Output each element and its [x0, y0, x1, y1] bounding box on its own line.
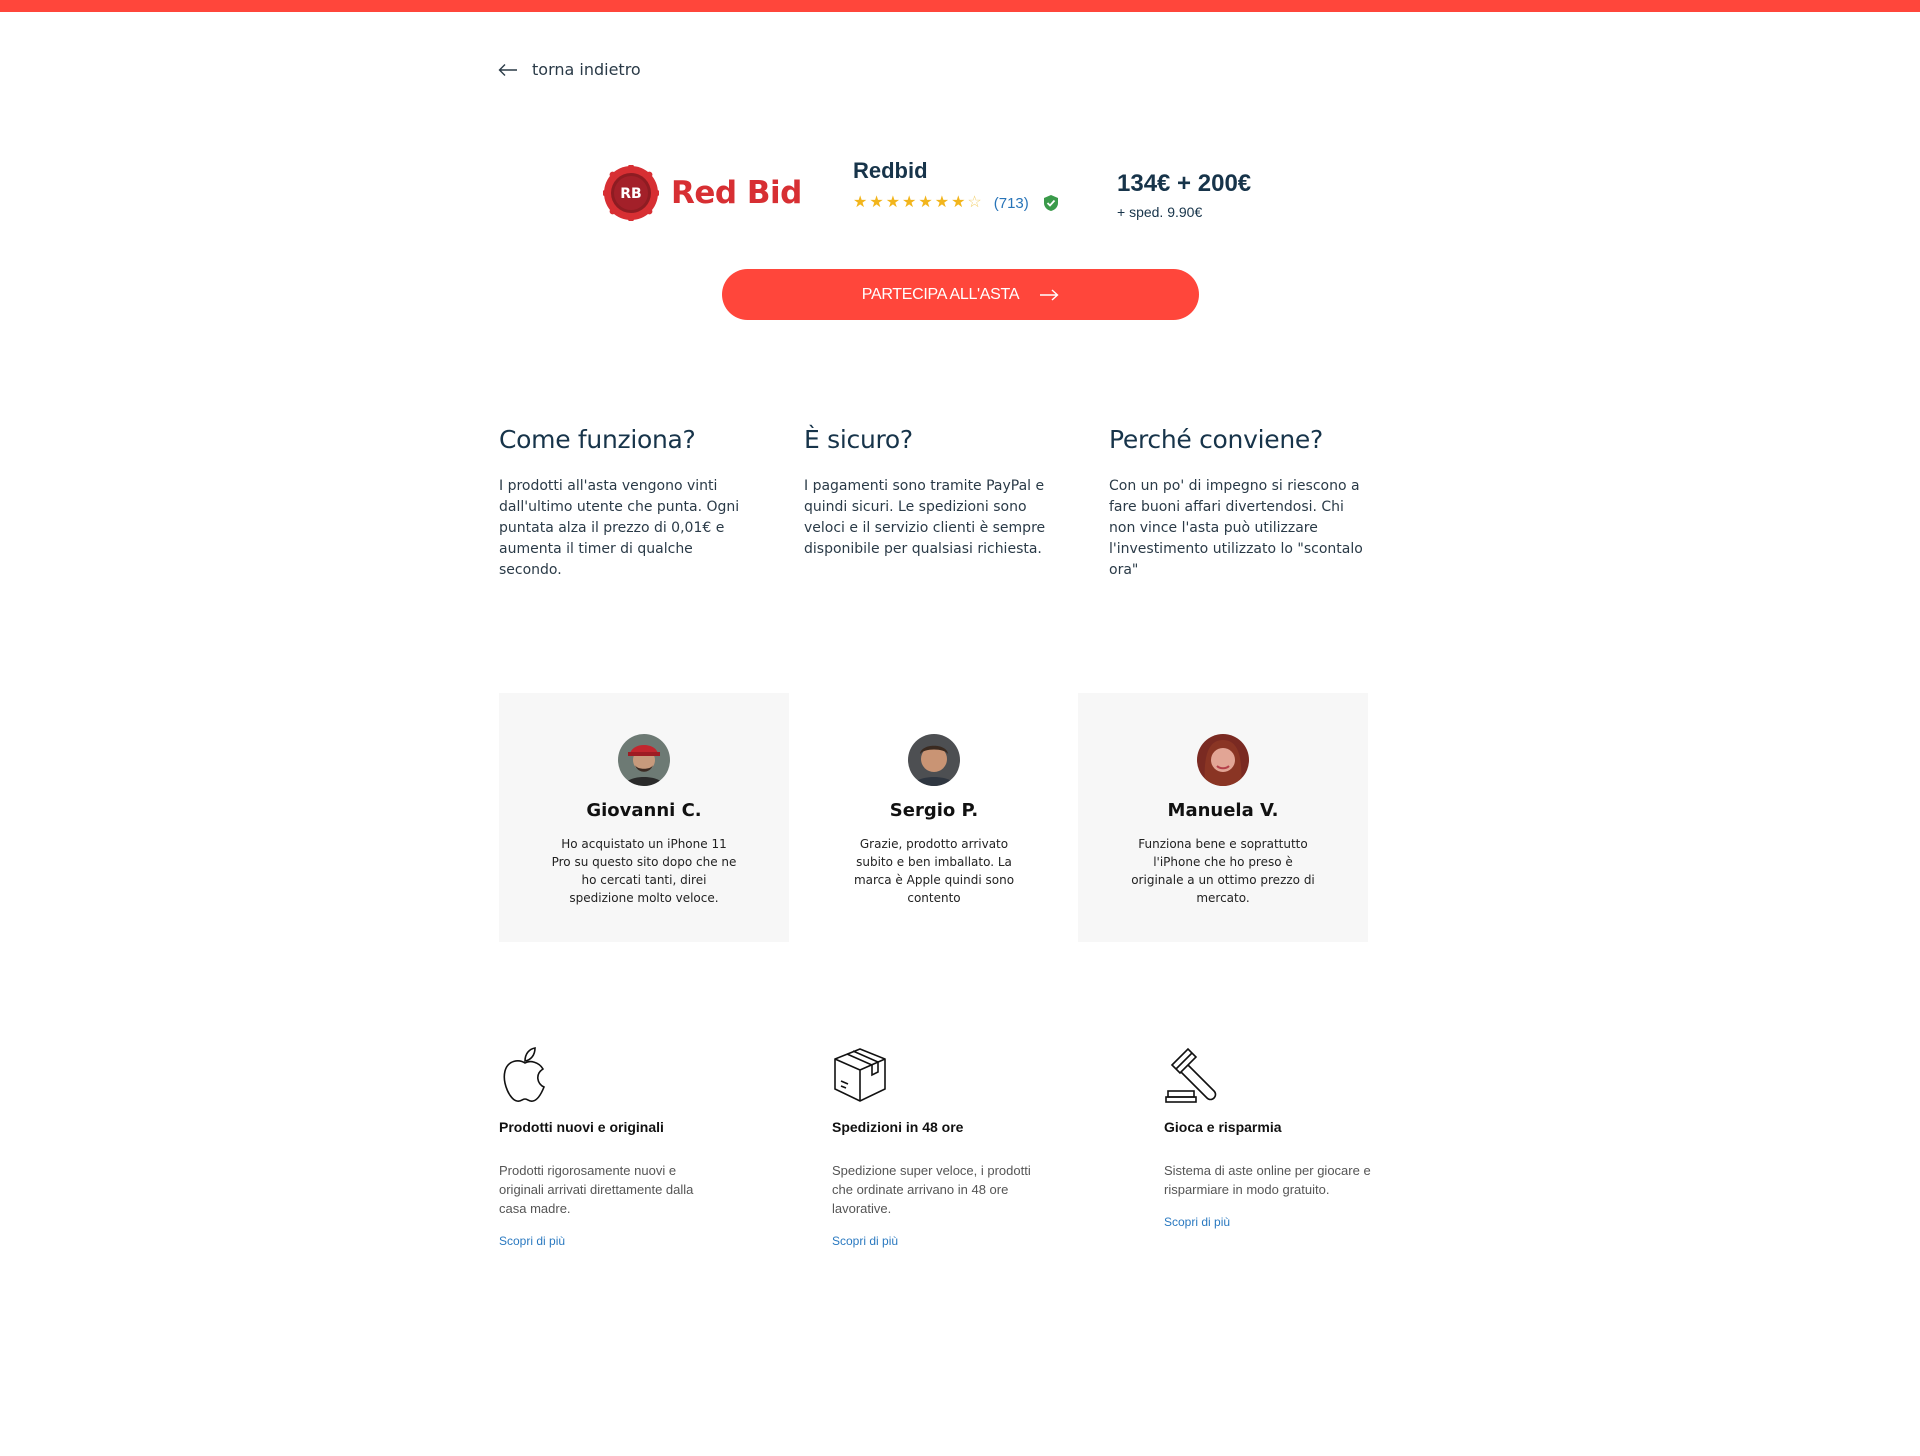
feature-original-products: Prodotti nuovi e originali Prodotti rigo… [499, 1045, 719, 1250]
back-link-label: torna indietro [532, 60, 641, 79]
feature-shipping: Spedizioni in 48 ore Spedizione super ve… [832, 1045, 1052, 1250]
shipping-cost: + sped. 9.90€ [1117, 204, 1203, 220]
price-main: 134€ + 200€ [1117, 170, 1252, 197]
rating-stars: ★ ★ ★ ★ ★ ★ ★ ☆ [853, 195, 982, 211]
seller-info: Redbid ★ ★ ★ ★ ★ ★ ★ ☆ (713) [853, 158, 1059, 212]
star-icon: ★ [951, 194, 966, 211]
brand-logo: RB Red Bid [603, 165, 802, 221]
logo-badge-text: RB [620, 186, 641, 202]
info-title: Come funziona? [499, 425, 696, 454]
info-title: È sicuro? [804, 425, 913, 454]
info-how-it-works: Come funziona? I prodotti all'asta vengo… [499, 425, 751, 581]
testimonial-name: Sergio P. [889, 800, 979, 821]
verified-shield-icon [1043, 195, 1058, 211]
testimonial-card: Giovanni C. Ho acquistato un iPhone 11 P… [499, 693, 789, 942]
avatar [908, 734, 960, 786]
gavel-icon [1165, 1047, 1217, 1103]
feature-text: Prodotti rigorosamente nuovi e originali… [499, 1163, 694, 1216]
star-icon: ★ [918, 194, 933, 211]
price-block: 134€ + 200€ + sped. 9.90€ [1117, 170, 1251, 220]
testimonial-card: Sergio P. Grazie, prodotto arrivato subi… [789, 693, 1079, 942]
feature-play-save: Gioca e risparmia Sistema di aste online… [1164, 1045, 1384, 1231]
testimonial-name: Giovanni C. [586, 800, 702, 821]
star-icon: ★ [869, 194, 884, 211]
apple-icon [503, 1047, 546, 1102]
arrow-right-icon [1040, 288, 1059, 301]
avatar [618, 734, 670, 786]
testimonial-text: Ho acquistato un iPhone 11 Pro su questo… [551, 837, 737, 905]
info-text: Con un po' di impegno si riescono a fare… [1109, 478, 1363, 578]
info-title: Perché conviene? [1109, 425, 1323, 454]
star-icon: ★ [902, 194, 917, 211]
learn-more-link[interactable]: Scopri di più [499, 1234, 565, 1248]
feature-title: Spedizioni in 48 ore [832, 1119, 964, 1135]
join-auction-button[interactable]: PARTECIPA ALL'ASTA [722, 269, 1199, 320]
info-is-safe: È sicuro? I pagamenti sono tramite PayPa… [804, 425, 1056, 560]
learn-more-link[interactable]: Scopri di più [1164, 1215, 1230, 1229]
logo-text: Red Bid [671, 175, 802, 211]
info-text: I prodotti all'asta vengono vinti dall'u… [499, 478, 740, 578]
feature-title: Gioca e risparmia [1164, 1119, 1282, 1135]
logo-badge: RB [603, 165, 659, 221]
star-half-icon: ☆ [967, 194, 982, 211]
feature-text: Sistema di aste online per giocare e ris… [1164, 1163, 1371, 1197]
join-auction-label: PARTECIPA ALL'ASTA [861, 285, 1020, 303]
seller-name: Redbid [853, 158, 928, 183]
star-icon: ★ [853, 194, 868, 211]
learn-more-link[interactable]: Scopri di più [832, 1234, 898, 1248]
back-link[interactable]: torna indietro [498, 60, 641, 79]
avatar [1197, 734, 1249, 786]
info-why-convenient: Perché conviene? Con un po' di impegno s… [1109, 425, 1371, 581]
star-icon: ★ [885, 194, 901, 211]
testimonial-text: Grazie, prodotto arrivato subito e ben i… [853, 837, 1015, 905]
star-icon: ★ [934, 194, 950, 211]
info-text: I pagamenti sono tramite PayPal e quindi… [804, 478, 1046, 557]
box-icon [834, 1048, 886, 1102]
arrow-left-icon [498, 63, 517, 76]
top-accent-bar [0, 0, 1920, 12]
testimonial-card: Manuela V. Funziona bene e soprattutto l… [1078, 693, 1368, 942]
feature-title: Prodotti nuovi e originali [499, 1119, 664, 1135]
feature-text: Spedizione super veloce, i prodotti che … [832, 1163, 1031, 1216]
testimonial-text: Funziona bene e soprattutto l'iPhone che… [1131, 837, 1315, 905]
reviews-count-link[interactable]: (713) [994, 195, 1029, 212]
testimonial-name: Manuela V. [1167, 800, 1279, 821]
